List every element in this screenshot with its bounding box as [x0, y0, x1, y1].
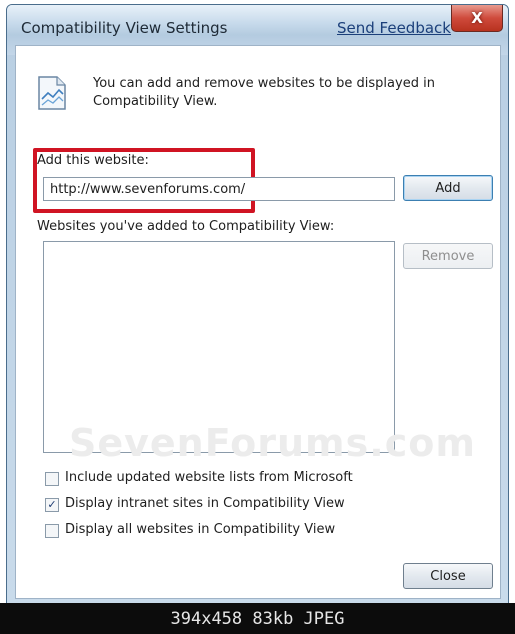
close-icon: X — [471, 9, 483, 27]
remove-button: Remove — [403, 243, 493, 269]
close-button[interactable]: Close — [403, 563, 493, 589]
display-intranet-checkbox[interactable] — [45, 498, 59, 512]
add-button[interactable]: Add — [403, 175, 493, 201]
page-icon — [38, 76, 66, 110]
display-all-websites-label: Display all websites in Compatibility Vi… — [65, 522, 336, 537]
display-all-websites-checkbox[interactable] — [45, 524, 59, 538]
info-text: You can add and remove websites to be di… — [93, 76, 435, 109]
websites-list-label: Websites you've added to Compatibility V… — [37, 219, 335, 234]
compatibility-view-dialog: Compatibility View Settings Send Feedbac… — [6, 4, 509, 605]
include-updated-lists-checkbox[interactable] — [45, 472, 59, 486]
send-feedback-link[interactable]: Send Feedback — [337, 19, 451, 37]
image-info-text: 394x458 83kb JPEG — [170, 609, 345, 629]
add-website-input[interactable] — [43, 177, 395, 201]
close-window-button[interactable]: X — [451, 5, 503, 32]
watermark: SevenForums.com — [69, 421, 476, 465]
include-updated-lists-label: Include updated website lists from Micro… — [65, 470, 353, 485]
dialog-title: Compatibility View Settings — [21, 19, 228, 37]
display-intranet-label: Display intranet sites in Compatibility … — [65, 496, 345, 511]
